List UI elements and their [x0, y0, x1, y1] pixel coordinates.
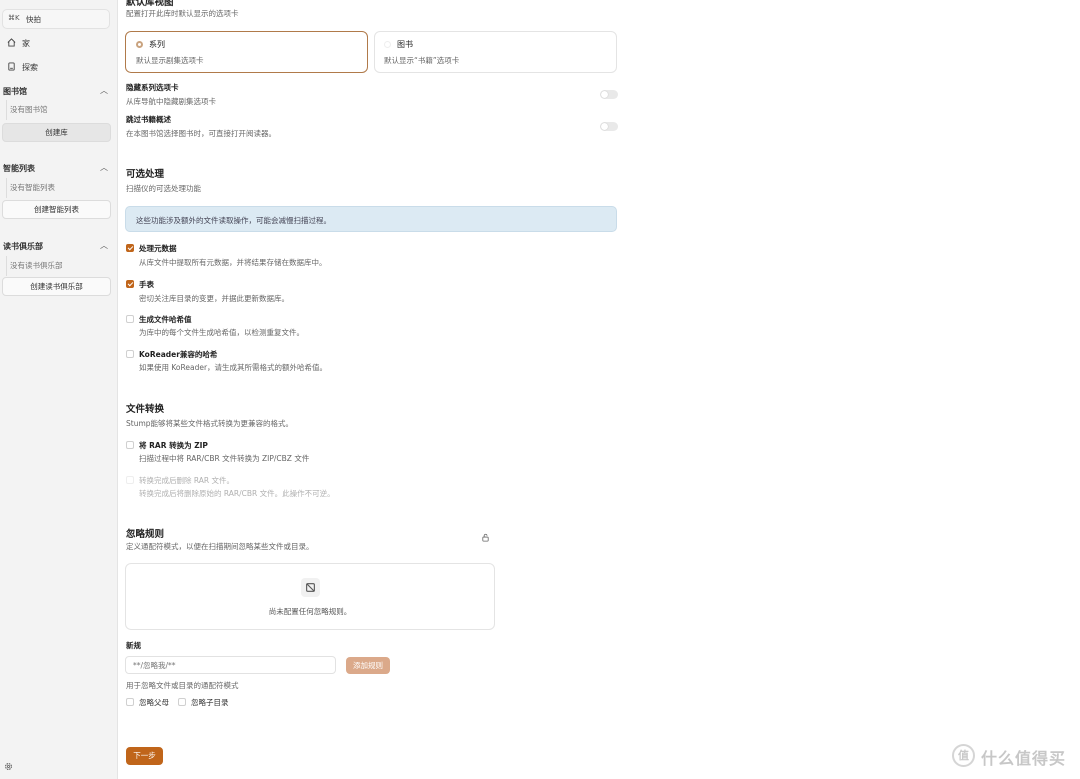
skip-overview-toggle[interactable] — [600, 122, 618, 131]
checkbox-title: KoReader兼容的哈希 — [139, 350, 218, 359]
view-option-books[interactable]: 图书 默认显示“书籍”选项卡 — [374, 31, 617, 73]
shortcut-key: ⌘K — [8, 14, 20, 22]
checkbox-title: 处理元数据 — [139, 244, 177, 253]
default-view-subtitle: 配置打开此库时默认显示的选项卡 — [126, 9, 239, 18]
generate-hash-checkbox[interactable] — [126, 315, 134, 323]
toggle-desc: 从库导航中隐藏剧集选项卡 — [126, 97, 216, 106]
ignore-rules-empty-text: 尚未配置任何忽略规则。 — [268, 607, 352, 616]
sidebar: ⌘K 快拍 家 探索 图书馆 ︿ 没有图书馆 创建库 智能列表 ︿ 没有智能列表… — [0, 0, 118, 779]
info-notice: 这些功能涉及额外的文件读取操作，可能会减慢扫描过程。 — [125, 206, 617, 232]
ignore-rules-subtitle: 定义通配符模式，以便在扫描期间忽略某些文件或目录。 — [126, 542, 314, 551]
nav-label-explore: 探索 — [22, 63, 38, 72]
checkbox-label: 忽略子目录 — [191, 698, 229, 707]
watermark-text: 什么值得买 — [981, 749, 1067, 768]
ignore-rules-empty-card: 尚未配置任何忽略规则。 — [125, 563, 495, 630]
convert-rar-checkbox[interactable] — [126, 441, 134, 449]
checkbox-desc: 密切关注库目录的变更，并据此更新数据库。 — [139, 294, 289, 303]
smart-lists-empty-text: 没有智能列表 — [10, 183, 55, 192]
file-conversion-title: 文件转换 — [126, 404, 165, 415]
library-section-title: 图书馆 — [3, 87, 27, 96]
create-library-button[interactable]: 创建库 — [2, 123, 111, 142]
nav-item-home[interactable]: 家 — [7, 38, 30, 49]
nav-label-home: 家 — [22, 39, 30, 48]
view-option-desc: 默认显示剧集选项卡 — [136, 56, 204, 65]
home-icon — [7, 38, 16, 47]
optional-processing-title: 可选处理 — [126, 169, 165, 180]
add-rule-button[interactable]: 添加规则 — [346, 657, 390, 674]
quick-search-button[interactable]: ⌘K 快拍 — [2, 9, 110, 29]
radio-books[interactable] — [384, 41, 391, 48]
view-option-title: 系列 — [149, 40, 165, 49]
next-button[interactable]: 下一步 — [126, 747, 163, 765]
koreader-hash-checkbox[interactable] — [126, 350, 134, 358]
divider — [6, 256, 7, 276]
toggle-title: 跳过书籍概述 — [126, 115, 171, 124]
checkbox-title: 生成文件哈希值 — [139, 315, 192, 324]
create-book-club-button[interactable]: 创建读书俱乐部 — [2, 277, 111, 296]
checkbox-title: 手表 — [139, 280, 154, 289]
checkbox-desc: 转换完成后将删除原始的 RAR/CBR 文件。此操作不可逆。 — [139, 489, 335, 498]
gear-icon[interactable] — [4, 762, 13, 771]
checkbox-desc: 从库文件中提取所有元数据，并将结果存储在数据库中。 — [139, 258, 327, 267]
divider — [6, 178, 7, 198]
optional-processing-subtitle: 扫描仪的可选处理功能 — [126, 184, 201, 193]
ignore-subdirs-checkbox[interactable] — [178, 698, 186, 706]
book-clubs-section-title: 读书俱乐部 — [3, 242, 43, 251]
checkbox-desc: 如果使用 KoReader，请生成其所需格式的额外哈希值。 — [139, 363, 328, 372]
nav-item-explore[interactable]: 探索 — [7, 62, 38, 73]
shortcut-label: 快拍 — [26, 15, 41, 24]
toggle-title: 隐藏系列选项卡 — [126, 83, 179, 92]
checkbox-title: 转换完成后删除 RAR 文件。 — [139, 476, 235, 485]
toggle-desc: 在本图书馆选择图书时，可直接打开阅读器。 — [126, 129, 276, 138]
hide-series-tab-toggle[interactable] — [600, 90, 618, 99]
view-option-title: 图书 — [397, 40, 413, 49]
default-view-title: 默认库视图 — [126, 0, 174, 8]
divider — [6, 100, 7, 120]
info-notice-text: 这些功能涉及额外的文件读取操作，可能会减慢扫描过程。 — [136, 216, 331, 225]
delete-rar-checkbox[interactable] — [126, 476, 134, 484]
no-file-icon — [306, 583, 315, 592]
ignore-parents-checkbox[interactable] — [126, 698, 134, 706]
watermark-logo: 值 — [952, 744, 975, 767]
book-icon — [8, 62, 15, 71]
new-rule-hint: 用于忽略文件或目录的通配符模式 — [126, 681, 239, 690]
chevron-up-icon[interactable]: ︿ — [100, 162, 108, 173]
smart-lists-section-title: 智能列表 — [3, 164, 35, 173]
create-smart-list-button[interactable]: 创建智能列表 — [2, 200, 111, 219]
checkbox-desc: 为库中的每个文件生成哈希值，以检测重复文件。 — [139, 328, 304, 337]
ignore-rules-title: 忽略规则 — [126, 529, 165, 540]
radio-series[interactable] — [136, 41, 143, 48]
view-option-desc: 默认显示“书籍”选项卡 — [384, 56, 460, 65]
chevron-up-icon[interactable]: ︿ — [100, 240, 108, 251]
checkbox-label: 忽略父母 — [139, 698, 169, 707]
process-metadata-checkbox[interactable] — [126, 244, 134, 252]
new-rule-label: 新规 — [126, 641, 141, 650]
library-empty-text: 没有图书馆 — [10, 105, 48, 114]
checkbox-title: 将 RAR 转换为 ZIP — [139, 441, 208, 450]
checkbox-desc: 扫描过程中将 RAR/CBR 文件转换为 ZIP/CBZ 文件 — [139, 454, 310, 463]
file-conversion-subtitle: Stump能够将某些文件格式转换为更兼容的格式。 — [126, 419, 294, 428]
unlock-icon[interactable] — [481, 533, 490, 542]
view-option-series[interactable]: 系列 默认显示剧集选项卡 — [125, 31, 368, 73]
no-rules-icon-box — [301, 578, 320, 597]
new-rule-input[interactable] — [125, 656, 336, 674]
book-clubs-empty-text: 没有读书俱乐部 — [10, 261, 63, 270]
chevron-up-icon[interactable]: ︿ — [100, 85, 108, 96]
watch-checkbox[interactable] — [126, 280, 134, 288]
